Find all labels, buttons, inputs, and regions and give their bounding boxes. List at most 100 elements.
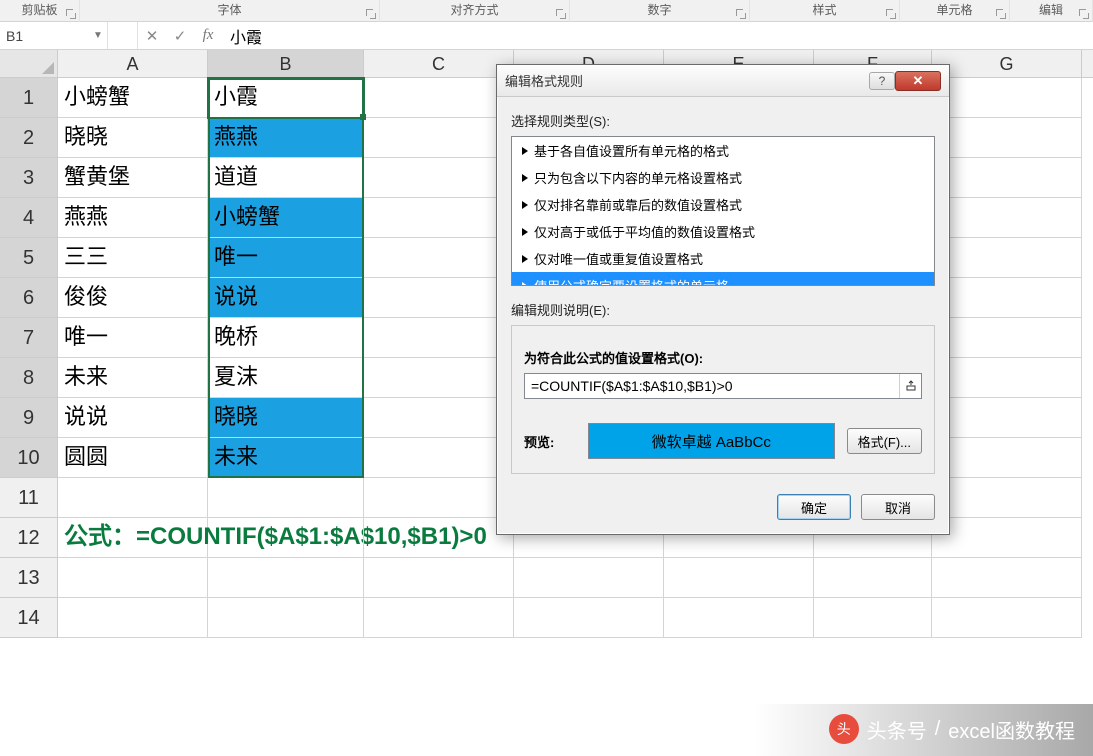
cell-a1[interactable]: 小螃蟹 — [58, 78, 208, 118]
dialog-launcher-icon[interactable] — [885, 8, 896, 19]
cell[interactable] — [514, 558, 664, 598]
cell-a5[interactable]: 三三 — [58, 238, 208, 278]
cell[interactable] — [932, 158, 1082, 198]
dialog-launcher-icon[interactable] — [1078, 8, 1089, 19]
dialog-launcher-icon[interactable] — [65, 8, 76, 19]
select-all-corner[interactable] — [0, 50, 58, 77]
cell[interactable] — [58, 478, 208, 518]
cell-a8[interactable]: 未来 — [58, 358, 208, 398]
cell[interactable] — [932, 318, 1082, 358]
dialog-launcher-icon[interactable] — [995, 8, 1006, 19]
column-header-A[interactable]: A — [58, 50, 208, 77]
cell[interactable] — [208, 558, 364, 598]
formula-input[interactable] — [222, 22, 1093, 49]
cell[interactable] — [364, 438, 514, 478]
cell-a4[interactable]: 燕燕 — [58, 198, 208, 238]
row-header[interactable]: 14 — [0, 598, 58, 638]
row-header[interactable]: 10 — [0, 438, 58, 478]
cell[interactable] — [932, 358, 1082, 398]
rule-formula-input[interactable] — [525, 374, 899, 398]
cancel-formula-icon[interactable]: ✕ — [138, 22, 166, 49]
column-header-C[interactable]: C — [364, 50, 514, 77]
row-header[interactable]: 6 — [0, 278, 58, 318]
cell-b5[interactable]: 唯一 — [208, 238, 364, 278]
cancel-button[interactable]: 取消 — [861, 494, 935, 520]
rule-type-item[interactable]: 仅对唯一值或重复值设置格式 — [512, 245, 934, 272]
cell[interactable] — [364, 598, 514, 638]
cell[interactable] — [932, 238, 1082, 278]
cell-b7[interactable]: 晚桥 — [208, 318, 364, 358]
row-header[interactable]: 13 — [0, 558, 58, 598]
cell[interactable] — [932, 78, 1082, 118]
cell[interactable] — [364, 278, 514, 318]
cell[interactable] — [932, 558, 1082, 598]
cell[interactable] — [364, 198, 514, 238]
cell[interactable] — [932, 478, 1082, 518]
cell[interactable] — [58, 598, 208, 638]
close-icon[interactable]: ✕ — [895, 71, 941, 91]
cell[interactable] — [932, 118, 1082, 158]
cell[interactable] — [364, 118, 514, 158]
row-header[interactable]: 8 — [0, 358, 58, 398]
cell[interactable] — [364, 478, 514, 518]
cell[interactable] — [932, 438, 1082, 478]
cell[interactable] — [364, 398, 514, 438]
fx-icon[interactable]: fx — [194, 22, 222, 49]
row-header[interactable]: 12 — [0, 518, 58, 558]
cell-a3[interactable]: 蟹黄堡 — [58, 158, 208, 198]
cell[interactable] — [664, 558, 814, 598]
formula-note-cell[interactable]: 公式：=COUNTIF($A$1:$A$10,$B1)>0 — [58, 518, 208, 558]
collapse-dialog-icon[interactable] — [899, 374, 921, 398]
row-header[interactable]: 1 — [0, 78, 58, 118]
help-icon[interactable]: ? — [869, 72, 895, 90]
row-header[interactable]: 9 — [0, 398, 58, 438]
cell[interactable] — [208, 518, 364, 558]
row-header[interactable]: 4 — [0, 198, 58, 238]
name-box[interactable]: ▼ — [0, 22, 108, 49]
cell[interactable] — [364, 558, 514, 598]
row-header[interactable]: 2 — [0, 118, 58, 158]
cell[interactable] — [932, 198, 1082, 238]
confirm-formula-icon[interactable]: ✓ — [166, 22, 194, 49]
cell-a7[interactable]: 唯一 — [58, 318, 208, 358]
row-header[interactable]: 5 — [0, 238, 58, 278]
dialog-launcher-icon[interactable] — [555, 8, 566, 19]
cell[interactable] — [364, 158, 514, 198]
cell[interactable] — [364, 358, 514, 398]
rule-type-item[interactable]: 使用公式确定要设置格式的单元格 — [512, 272, 934, 286]
cell[interactable] — [932, 598, 1082, 638]
cell-b3[interactable]: 道道 — [208, 158, 364, 198]
cell[interactable] — [514, 598, 664, 638]
cell[interactable] — [208, 478, 364, 518]
cell-b2[interactable]: 燕燕 — [208, 118, 364, 158]
cell[interactable] — [932, 518, 1082, 558]
column-header-B[interactable]: B — [208, 50, 364, 77]
rule-type-item[interactable]: 基于各自值设置所有单元格的格式 — [512, 137, 934, 164]
dialog-launcher-icon[interactable] — [365, 8, 376, 19]
cell-a9[interactable]: 说说 — [58, 398, 208, 438]
cell[interactable] — [364, 238, 514, 278]
rule-type-list[interactable]: 基于各自值设置所有单元格的格式只为包含以下内容的单元格设置格式仅对排名靠前或靠后… — [511, 136, 935, 286]
dialog-titlebar[interactable]: 编辑格式规则 ? ✕ — [497, 65, 949, 97]
row-header[interactable]: 11 — [0, 478, 58, 518]
cell-a2[interactable]: 晓晓 — [58, 118, 208, 158]
cell[interactable] — [932, 278, 1082, 318]
cell[interactable] — [814, 598, 932, 638]
format-button[interactable]: 格式(F)... — [847, 428, 922, 454]
cell-a6[interactable]: 俊俊 — [58, 278, 208, 318]
cell[interactable] — [58, 558, 208, 598]
cell[interactable] — [932, 398, 1082, 438]
row-header[interactable]: 7 — [0, 318, 58, 358]
cell[interactable] — [364, 318, 514, 358]
cell-b10[interactable]: 未来 — [208, 438, 364, 478]
name-box-input[interactable] — [0, 26, 90, 46]
name-box-dropdown-icon[interactable]: ▼ — [90, 30, 106, 41]
cell[interactable] — [364, 518, 514, 558]
ok-button[interactable]: 确定 — [777, 494, 851, 520]
cell-b1[interactable]: 小霞 — [208, 78, 364, 118]
dialog-launcher-icon[interactable] — [735, 8, 746, 19]
cell-b6[interactable]: 说说 — [208, 278, 364, 318]
cell-b9[interactable]: 晓晓 — [208, 398, 364, 438]
rule-type-item[interactable]: 只为包含以下内容的单元格设置格式 — [512, 164, 934, 191]
cell[interactable] — [814, 558, 932, 598]
